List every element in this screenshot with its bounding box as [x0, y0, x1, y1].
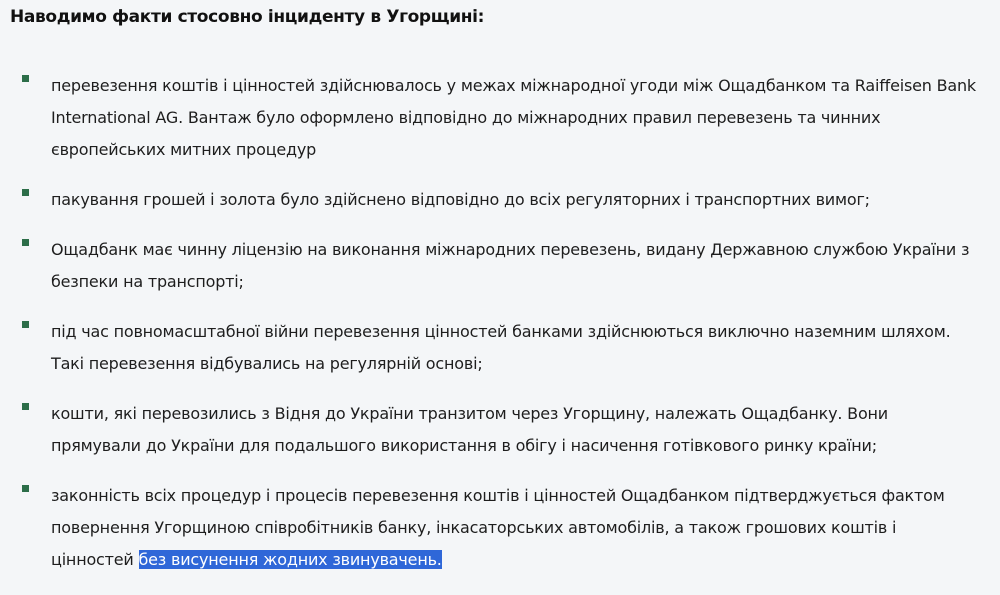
- fact-text: кошти, які перевозились з Відня до Украї…: [51, 404, 888, 455]
- fact-item: законність всіх процедур і процесів пере…: [0, 480, 1000, 576]
- fact-text: пакування грошей і золота було здійснено…: [51, 190, 870, 209]
- selected-text[interactable]: без висунення жодних звинувачень.: [138, 550, 442, 569]
- fact-item: кошти, які перевозились з Відня до Украї…: [0, 398, 1000, 462]
- fact-text: Ощадбанк має чинну ліцензію на виконання…: [51, 240, 970, 291]
- square-bullet-icon: [22, 75, 29, 82]
- fact-item: Ощадбанк має чинну ліцензію на виконання…: [0, 234, 1000, 298]
- fact-text: перевезення коштів і цінностей здійснюва…: [51, 76, 976, 159]
- square-bullet-icon: [22, 239, 29, 246]
- square-bullet-icon: [22, 189, 29, 196]
- fact-item: пакування грошей і золота було здійснено…: [0, 184, 1000, 216]
- square-bullet-icon: [22, 403, 29, 410]
- facts-heading: Наводимо факти стосовно інциденту в Угор…: [10, 7, 485, 27]
- facts-list: перевезення коштів і цінностей здійснюва…: [0, 70, 1000, 594]
- article-body: Наводимо факти стосовно інциденту в Угор…: [0, 0, 1000, 595]
- square-bullet-icon: [22, 321, 29, 328]
- square-bullet-icon: [22, 485, 29, 492]
- fact-item: перевезення коштів і цінностей здійснюва…: [0, 70, 1000, 166]
- fact-text: під час повномасштабної війни перевезенн…: [51, 322, 951, 373]
- fact-item: під час повномасштабної війни перевезенн…: [0, 316, 1000, 380]
